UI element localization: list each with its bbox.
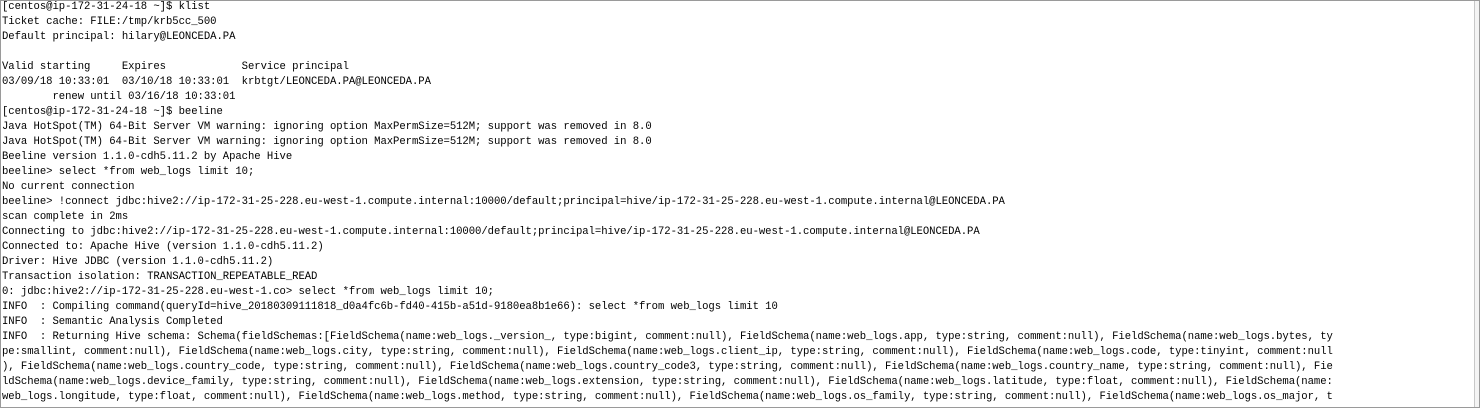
terminal-line-klist-command: [centos@ip-172-31-24-18 ~]$ klist bbox=[2, 1, 211, 13]
terminal-line-beeline-select: beeline> select *from web_logs limit 10; bbox=[2, 166, 255, 178]
terminal-line-ticket-row: 03/09/18 10:33:01 03/10/18 10:33:01 krbt… bbox=[2, 76, 431, 88]
terminal-line-schema-wrap: ), FieldSchema(name:web_logs.country_cod… bbox=[2, 361, 1333, 373]
terminal-line-renew-until: renew until 03/16/18 10:33:01 bbox=[2, 91, 236, 103]
terminal-line-info-semantic: INFO : Semantic Analysis Completed bbox=[2, 316, 223, 328]
terminal-line-default-principal: Default principal: hilary@LEONCEDA.PA bbox=[2, 31, 236, 43]
terminal-line-connect-command: beeline> !connect jdbc:hive2://ip-172-31… bbox=[2, 196, 1005, 208]
terminal-line-jvm-warning: Java HotSpot(TM) 64-Bit Server VM warnin… bbox=[2, 121, 652, 133]
terminal-line-scan-complete: scan complete in 2ms bbox=[2, 211, 129, 223]
terminal-line-ticket-table-header: Valid starting Expires Service principal bbox=[2, 61, 349, 73]
terminal-line-info-schema: INFO : Returning Hive schema: Schema(fie… bbox=[2, 331, 1333, 343]
terminal-line-connecting: Connecting to jdbc:hive2://ip-172-31-25-… bbox=[2, 226, 980, 238]
terminal-line-connected-to: Connected to: Apache Hive (version 1.1.0… bbox=[2, 241, 324, 253]
terminal-line-no-connection: No current connection bbox=[2, 181, 135, 193]
terminal-line-transaction-isolation: Transaction isolation: TRANSACTION_REPEA… bbox=[2, 271, 318, 283]
terminal-line-beeline-command: [centos@ip-172-31-24-18 ~]$ beeline bbox=[2, 106, 223, 118]
terminal-scrollbar[interactable] bbox=[1474, 1, 1479, 407]
terminal-line-info-compiling: INFO : Compiling command(queryId=hive_20… bbox=[2, 301, 778, 313]
terminal-line-jvm-warning: Java HotSpot(TM) 64-Bit Server VM warnin… bbox=[2, 136, 652, 148]
terminal-line-schema-wrap: pe:smallint, comment:null), FieldSchema(… bbox=[2, 346, 1333, 358]
terminal-output[interactable]: [centos@ip-172-31-24-18 ~]$ klist Ticket … bbox=[2, 1, 1473, 405]
terminal-window[interactable]: [centos@ip-172-31-24-18 ~]$ klist Ticket … bbox=[0, 0, 1480, 408]
terminal-line-schema-wrap: web_logs.longitude, type:float, comment:… bbox=[2, 391, 1333, 403]
terminal-line-schema-wrap: ldSchema(name:web_logs.device_family, ty… bbox=[2, 376, 1333, 388]
terminal-line-ticket-cache: Ticket cache: FILE:/tmp/krb5cc_500 bbox=[2, 16, 217, 28]
terminal-line-hive-prompt-select: 0: jdbc:hive2://ip-172-31-25-228.eu-west… bbox=[2, 286, 494, 298]
terminal-line-driver: Driver: Hive JDBC (version 1.1.0-cdh5.11… bbox=[2, 256, 274, 268]
terminal-line-beeline-version: Beeline version 1.1.0-cdh5.11.2 by Apach… bbox=[2, 151, 293, 163]
